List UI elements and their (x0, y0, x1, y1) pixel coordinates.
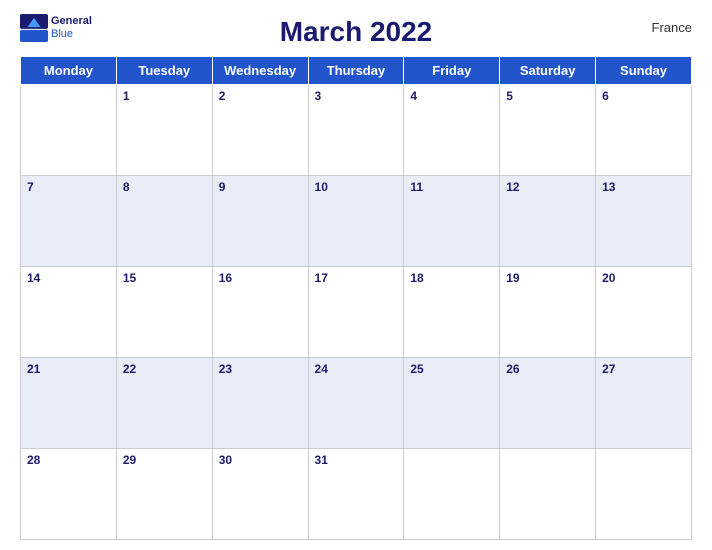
calendar-day-cell (596, 449, 692, 540)
calendar-day-cell: 19 (500, 267, 596, 358)
day-number: 16 (219, 271, 232, 285)
day-number: 12 (506, 180, 519, 194)
day-number: 20 (602, 271, 615, 285)
weekday-tuesday: Tuesday (116, 57, 212, 85)
calendar-day-cell: 1 (116, 85, 212, 176)
calendar-day-cell: 31 (308, 449, 404, 540)
day-number: 7 (27, 180, 34, 194)
day-number: 13 (602, 180, 615, 194)
day-number: 15 (123, 271, 136, 285)
calendar-day-cell: 11 (404, 176, 500, 267)
day-number: 18 (410, 271, 423, 285)
calendar-table: Monday Tuesday Wednesday Thursday Friday… (20, 56, 692, 540)
calendar-day-cell: 25 (404, 358, 500, 449)
day-number: 5 (506, 89, 513, 103)
day-number: 14 (27, 271, 40, 285)
day-number: 17 (315, 271, 328, 285)
day-number: 1 (123, 89, 130, 103)
calendar-day-cell: 2 (212, 85, 308, 176)
weekday-monday: Monday (21, 57, 117, 85)
day-number: 8 (123, 180, 130, 194)
calendar-day-cell: 5 (500, 85, 596, 176)
day-number: 11 (410, 180, 423, 194)
logo-icon (20, 14, 48, 42)
calendar-day-cell: 14 (21, 267, 117, 358)
page-header: General Blue March 2022 France (20, 10, 692, 48)
calendar-day-cell: 24 (308, 358, 404, 449)
day-number: 30 (219, 453, 232, 467)
day-number: 10 (315, 180, 328, 194)
calendar-day-cell (500, 449, 596, 540)
day-number: 24 (315, 362, 328, 376)
day-number: 22 (123, 362, 136, 376)
calendar-day-cell: 28 (21, 449, 117, 540)
calendar-title: March 2022 (280, 16, 433, 48)
calendar-day-cell: 3 (308, 85, 404, 176)
country-label: France (652, 20, 692, 35)
calendar-week-row: 21 22 23 24 25 26 27 (21, 358, 692, 449)
day-number: 19 (506, 271, 519, 285)
calendar-day-cell: 26 (500, 358, 596, 449)
calendar-day-cell: 12 (500, 176, 596, 267)
day-number: 4 (410, 89, 417, 103)
calendar-day-cell: 30 (212, 449, 308, 540)
day-number: 23 (219, 362, 232, 376)
day-number: 27 (602, 362, 615, 376)
calendar-day-cell: 20 (596, 267, 692, 358)
calendar-day-cell: 13 (596, 176, 692, 267)
day-number: 21 (27, 362, 40, 376)
calendar-day-cell: 7 (21, 176, 117, 267)
logo-text: General Blue (51, 15, 92, 41)
weekday-wednesday: Wednesday (212, 57, 308, 85)
day-number: 3 (315, 89, 322, 103)
calendar-day-cell: 9 (212, 176, 308, 267)
calendar-day-cell: 8 (116, 176, 212, 267)
calendar-day-cell: 18 (404, 267, 500, 358)
day-number: 9 (219, 180, 226, 194)
calendar-day-cell (21, 85, 117, 176)
calendar-day-cell: 10 (308, 176, 404, 267)
weekday-thursday: Thursday (308, 57, 404, 85)
weekday-saturday: Saturday (500, 57, 596, 85)
day-number: 31 (315, 453, 328, 467)
day-number: 6 (602, 89, 609, 103)
calendar-day-cell: 15 (116, 267, 212, 358)
weekday-sunday: Sunday (596, 57, 692, 85)
calendar-week-row: 28 29 30 31 (21, 449, 692, 540)
logo: General Blue (20, 14, 92, 42)
calendar-week-row: 1 2 3 4 5 6 (21, 85, 692, 176)
calendar-day-cell: 6 (596, 85, 692, 176)
calendar-week-row: 14 15 16 17 18 19 20 (21, 267, 692, 358)
calendar-day-cell: 22 (116, 358, 212, 449)
calendar-day-cell (404, 449, 500, 540)
day-number: 26 (506, 362, 519, 376)
calendar-day-cell: 29 (116, 449, 212, 540)
calendar-day-cell: 17 (308, 267, 404, 358)
weekday-friday: Friday (404, 57, 500, 85)
day-number: 28 (27, 453, 40, 467)
calendar-day-cell: 23 (212, 358, 308, 449)
day-number: 25 (410, 362, 423, 376)
calendar-day-cell: 21 (21, 358, 117, 449)
day-number: 29 (123, 453, 136, 467)
calendar-day-cell: 16 (212, 267, 308, 358)
calendar-day-cell: 27 (596, 358, 692, 449)
calendar-day-cell: 4 (404, 85, 500, 176)
weekday-header-row: Monday Tuesday Wednesday Thursday Friday… (21, 57, 692, 85)
calendar-week-row: 7 8 9 10 11 12 13 (21, 176, 692, 267)
day-number: 2 (219, 89, 226, 103)
